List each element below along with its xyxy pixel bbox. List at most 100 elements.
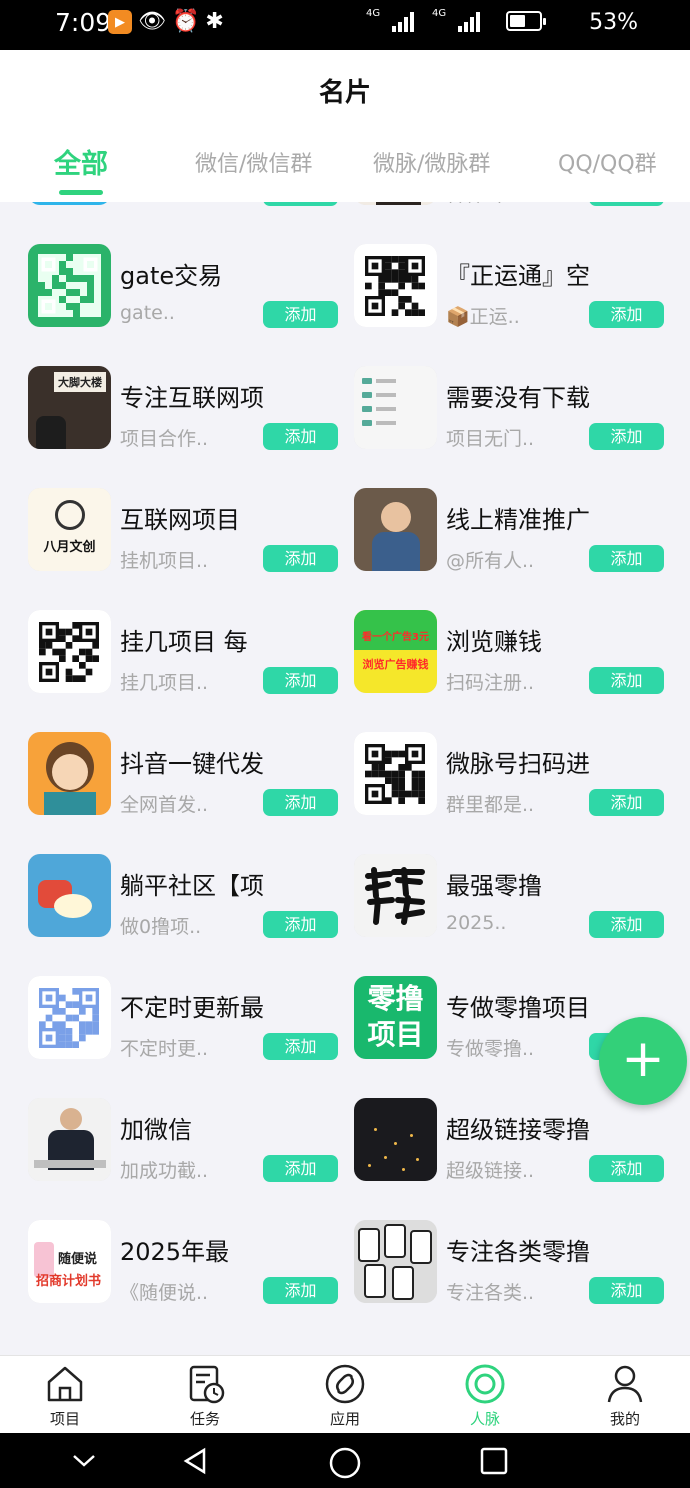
add-button[interactable]: 添加	[589, 911, 664, 938]
contact-card[interactable]: 随便说 招商计划书 2025年最 《随便说.. 添加	[28, 1220, 348, 1330]
card-description: gate..	[120, 302, 175, 324]
tab-wechat[interactable]: 微信/微信群	[195, 146, 312, 178]
card-name: 抖音一键代发	[120, 750, 264, 778]
card-description: 挂机项目..	[120, 550, 209, 572]
contact-card[interactable]: 八月文创 互联网项目 挂机项目.. 添加	[28, 488, 348, 598]
card-thumbnail[interactable]: 零撸 项目	[354, 976, 437, 1059]
card-list[interactable]: 💶💶💶..添加各种 羊..添加gate交易gate..添加『正运通』空📦正运..…	[0, 202, 690, 1355]
ad-line-2: 浏览广告赚钱	[362, 658, 429, 671]
contact-card[interactable]: 专注各类零撸 专注各类.. 添加	[354, 1220, 674, 1330]
contact-card[interactable]: 不定时更新最 不定时更.. 添加	[28, 976, 348, 1086]
card-thumbnail[interactable]: 八月文创	[28, 488, 111, 571]
nav-item-me[interactable]: 我的	[580, 1362, 670, 1429]
card-thumbnail[interactable]	[354, 202, 437, 205]
card-thumbnail[interactable]	[28, 976, 111, 1059]
card-thumbnail[interactable]	[28, 244, 111, 327]
add-button[interactable]: 添加	[263, 1277, 338, 1304]
apps-link-icon	[325, 1364, 365, 1404]
contact-card[interactable]: 加微信 加成功截.. 添加	[28, 1098, 348, 1208]
contacts-ring-icon	[465, 1364, 505, 1404]
back-icon[interactable]	[180, 1446, 210, 1476]
network-type-2: 4G	[432, 8, 447, 19]
recruit-line-2: 招商计划书	[36, 1274, 102, 1289]
bluetooth-icon: ✱	[205, 9, 224, 34]
signal-icon: 4G	[366, 8, 414, 32]
card-thumbnail[interactable]	[354, 732, 437, 815]
add-button[interactable]: 添加	[263, 667, 338, 694]
nav-label-me: 我的	[609, 1410, 640, 1428]
add-button[interactable]: 添加	[263, 911, 338, 938]
recruit-line-1: 随便说	[58, 1252, 98, 1267]
add-button[interactable]: 添加	[589, 423, 664, 450]
contact-card[interactable]: gate交易 gate.. 添加	[28, 244, 348, 354]
card-thumbnail[interactable]	[354, 1098, 437, 1181]
add-button[interactable]: 添加	[263, 789, 338, 816]
nav-item-tasks[interactable]: 任务	[160, 1362, 250, 1429]
contact-card[interactable]: 需要没有下载 项目无门.. 添加	[354, 366, 674, 476]
card-thumbnail[interactable]	[354, 366, 437, 449]
add-button[interactable]: 添加	[589, 1277, 664, 1304]
chevron-down-icon[interactable]	[70, 1446, 98, 1474]
add-button[interactable]: 添加	[589, 301, 664, 328]
add-button[interactable]: 添加	[589, 545, 664, 572]
card-thumbnail[interactable]	[354, 488, 437, 571]
bottom-nav: 项目 任务 应用 人脉 我的	[0, 1355, 690, 1433]
add-button[interactable]: 添加	[589, 789, 664, 816]
add-button[interactable]: 添加	[589, 202, 664, 206]
battery-icon	[506, 11, 546, 31]
card-thumbnail[interactable]	[28, 202, 111, 205]
contact-card[interactable]: 各种 羊.. 添加	[354, 202, 674, 232]
contact-card[interactable]: 超级链接零撸 超级链接.. 添加	[354, 1098, 674, 1208]
card-name: 躺平社区【项	[120, 872, 264, 900]
recents-icon[interactable]	[479, 1446, 509, 1476]
card-name: gate交易	[120, 262, 223, 290]
card-thumbnail[interactable]: 大脚大楼	[28, 366, 111, 449]
tab-weimai[interactable]: 微脉/微脉群	[373, 146, 490, 178]
card-thumbnail[interactable]: 看一个广告3元 浏览广告赚钱	[354, 610, 437, 693]
card-description: 挂几项目..	[120, 672, 209, 694]
system-nav-bar	[0, 1433, 690, 1488]
card-thumbnail[interactable]	[28, 610, 111, 693]
add-button[interactable]: 添加	[263, 545, 338, 572]
card-thumbnail[interactable]	[28, 732, 111, 815]
add-button[interactable]: 添加	[263, 202, 338, 206]
signal-icon-2: 4G	[432, 8, 480, 32]
card-thumbnail[interactable]	[28, 1098, 111, 1181]
add-button[interactable]: 添加	[589, 667, 664, 694]
tab-qq[interactable]: QQ/QQ群	[558, 146, 657, 178]
contact-card[interactable]: 躺平社区【项 做0撸项.. 添加	[28, 854, 348, 964]
status-bar: 7:09 ▶ 👁 ⏰ ✱ 4G 4G 53%	[0, 0, 690, 50]
contact-card[interactable]: 最强零撸 2025.. 添加	[354, 854, 674, 964]
add-button[interactable]: 添加	[263, 301, 338, 328]
card-thumbnail[interactable]	[354, 1220, 437, 1303]
card-description: 不定时更..	[120, 1038, 209, 1060]
card-description: 加成功截..	[120, 1160, 209, 1182]
card-thumbnail[interactable]	[354, 854, 437, 937]
card-description: 项目合作..	[120, 428, 209, 450]
card-description: 💶💶💶..	[120, 202, 203, 203]
nav-label-tasks: 任务	[189, 1410, 220, 1428]
nav-item-projects[interactable]: 项目	[20, 1362, 110, 1429]
card-thumbnail[interactable]	[354, 244, 437, 327]
contact-card[interactable]: 微脉号扫码进 群里都是.. 添加	[354, 732, 674, 842]
contact-card[interactable]: 💶💶💶.. 添加	[28, 202, 348, 232]
contact-card[interactable]: 挂几项目 每挂几项目.. 添加	[28, 610, 348, 720]
nav-item-apps[interactable]: 应用	[300, 1362, 390, 1429]
contact-card[interactable]: 线上精准推广 @所有人.. 添加	[354, 488, 674, 598]
card-thumbnail[interactable]	[28, 854, 111, 937]
add-button[interactable]: 添加	[263, 1033, 338, 1060]
contact-card[interactable]: 看一个广告3元 浏览广告赚钱 浏览赚钱 扫码注册.. 添加	[354, 610, 674, 720]
card-name: 2025年最	[120, 1238, 230, 1266]
add-button[interactable]: 添加	[263, 1155, 338, 1182]
tab-all[interactable]: 全部	[54, 142, 108, 181]
card-thumbnail[interactable]: 随便说招商计划书	[28, 1220, 111, 1303]
contact-card[interactable]: 大脚大楼 专注互联网项 项目合作.. 添加	[28, 366, 348, 476]
add-button[interactable]: 添加	[589, 1155, 664, 1182]
contact-card[interactable]: 抖音一键代发 全网首发.. 添加	[28, 732, 348, 842]
add-button[interactable]: 添加	[263, 423, 338, 450]
nav-item-contacts[interactable]: 人脉	[440, 1362, 530, 1429]
ad-line-1: 看一个广告3元	[362, 632, 429, 643]
contact-card[interactable]: 『正运通』空 📦正运.. 添加	[354, 244, 674, 354]
add-card-fab[interactable]: +	[599, 1017, 687, 1105]
home-circle-icon[interactable]	[328, 1446, 362, 1480]
